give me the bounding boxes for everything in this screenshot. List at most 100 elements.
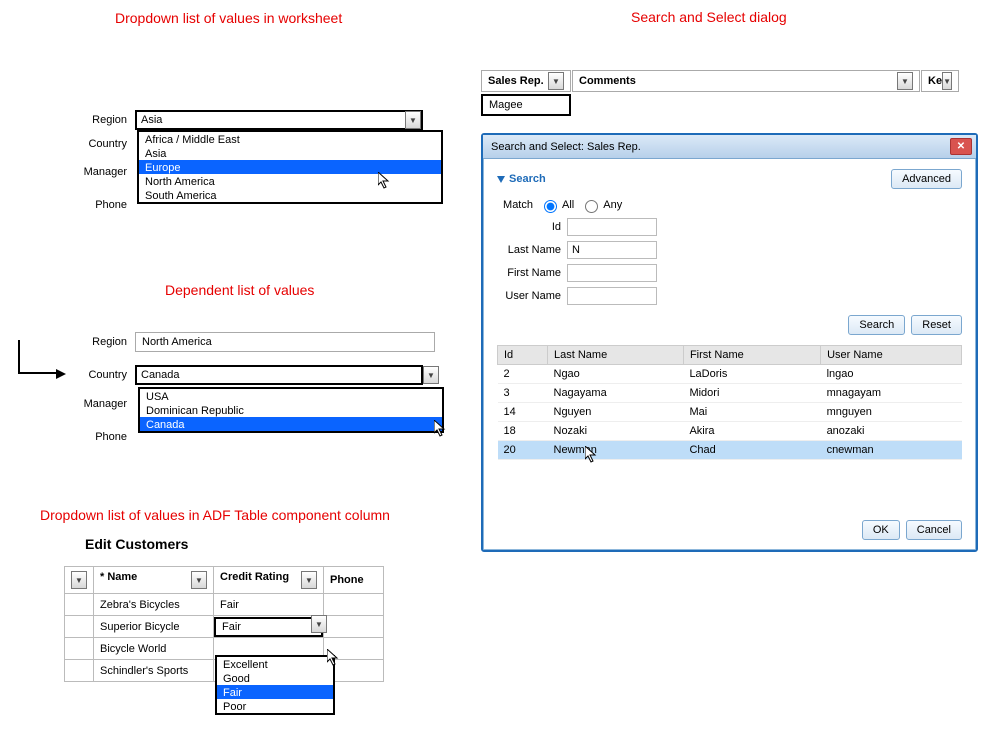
adf-cell-rating-1[interactable]: Fair ▼ — [214, 616, 324, 638]
rating-dropdown-toggle[interactable]: ▼ — [311, 615, 327, 633]
id-field[interactable] — [567, 218, 657, 236]
label-phone-2: Phone — [75, 431, 135, 443]
results-col-first[interactable]: First Name — [683, 346, 820, 365]
comments-col-filter[interactable]: ▼ — [897, 72, 913, 90]
username-field[interactable] — [567, 287, 657, 305]
country-dropdown-toggle[interactable]: ▼ — [423, 366, 439, 384]
label-region-1: Region — [75, 114, 135, 126]
results-row-3[interactable]: 18NozakiAkiraanozaki — [498, 422, 962, 441]
rating-option-3[interactable]: Poor — [217, 699, 333, 713]
country-option-1[interactable]: Dominican Republic — [140, 403, 442, 417]
firstname-field[interactable] — [567, 264, 657, 282]
country-option-0[interactable]: USA — [140, 389, 442, 403]
dialog-title-text: Search and Select: Sales Rep. — [491, 141, 641, 153]
adf-col-name[interactable]: * Name ▼ — [94, 567, 214, 594]
match-label: Match — [497, 199, 539, 211]
row-region-2: Region North America — [75, 332, 435, 352]
caption-worksheet-dropdown: Dropdown list of values in worksheet — [115, 10, 342, 26]
row-phone-1: Phone — [75, 199, 135, 211]
country-dropdown-list[interactable]: USA Dominican Republic Canada — [138, 387, 444, 433]
search-select-dialog: Search and Select: Sales Rep. ✕ Search A… — [481, 133, 978, 552]
label-region-2: Region — [75, 336, 135, 348]
salesrep-cell[interactable]: Magee — [481, 94, 571, 116]
adf-row-1[interactable]: Superior Bicycle Fair ▼ — [65, 616, 384, 638]
search-disclosure[interactable]: Search — [497, 173, 546, 185]
row-phone-2: Phone — [75, 431, 135, 443]
search-button[interactable]: Search — [848, 315, 905, 335]
ws-col-comments[interactable]: Comments ▼ — [572, 70, 920, 92]
adf-header-row: ▼ * Name ▼ Credit Rating ▼ Phone — [65, 567, 384, 594]
close-icon[interactable]: ✕ — [950, 138, 972, 155]
row-manager-1: Manager — [75, 166, 135, 178]
country-input[interactable] — [135, 365, 423, 385]
dialog-title-bar[interactable]: Search and Select: Sales Rep. ✕ — [483, 135, 976, 159]
results-col-id[interactable]: Id — [498, 346, 548, 365]
key-col-filter[interactable]: ▼ — [942, 72, 952, 90]
caption-adf-column: Dropdown list of values in ADF Table com… — [40, 507, 390, 523]
label-country-2: Country — [75, 369, 135, 381]
rating-col-filter[interactable]: ▼ — [301, 571, 317, 589]
region-dropdown-list[interactable]: Africa / Middle East Asia Europe North A… — [137, 130, 443, 204]
label-manager-1: Manager — [75, 166, 135, 178]
region-option-0[interactable]: Africa / Middle East — [139, 132, 441, 146]
results-row-0[interactable]: 2NgaoLaDorislngao — [498, 365, 962, 384]
label-phone-1: Phone — [75, 199, 135, 211]
advanced-button[interactable]: Advanced — [891, 169, 962, 189]
ok-button[interactable]: OK — [862, 520, 900, 540]
match-all-radio[interactable] — [544, 200, 557, 213]
results-header: Id Last Name First Name User Name — [498, 346, 962, 365]
results-row-4[interactable]: 20NewmanChadcnewman — [498, 441, 962, 460]
firstname-label: First Name — [497, 267, 567, 279]
adf-flag-filter[interactable]: ▼ — [71, 571, 87, 589]
row-country-1: Country — [75, 138, 135, 150]
region-option-3[interactable]: North America — [139, 174, 441, 188]
row-manager-2: Manager — [75, 398, 135, 410]
salesrep-col-filter[interactable]: ▼ — [548, 72, 564, 90]
results-row-2[interactable]: 14NguyenMaimnguyen — [498, 403, 962, 422]
adf-col-phone[interactable]: Phone — [324, 567, 384, 594]
row-region-1: Region ▼ — [75, 110, 423, 130]
cancel-button[interactable]: Cancel — [906, 520, 962, 540]
region-dropdown-toggle[interactable]: ▼ — [405, 111, 421, 129]
region-option-2[interactable]: Europe — [139, 160, 441, 174]
region-option-4[interactable]: South America — [139, 188, 441, 202]
reset-button[interactable]: Reset — [911, 315, 962, 335]
disclosure-triangle-icon — [497, 176, 505, 183]
ws-col-key[interactable]: Ke ▼ — [921, 70, 959, 92]
caption-dependent: Dependent list of values — [165, 282, 314, 298]
rating-dropdown-list[interactable]: Excellent Good Fair Poor — [215, 655, 335, 715]
results-table: Id Last Name First Name User Name 2NgaoL… — [497, 345, 962, 460]
match-all-label: All — [562, 199, 574, 211]
adf-row-0[interactable]: Zebra's Bicycles Fair — [65, 594, 384, 616]
rating-option-0[interactable]: Excellent — [217, 657, 333, 671]
adf-cell-rating-0[interactable]: Fair — [214, 594, 324, 616]
ws-col-salesrep[interactable]: Sales Rep. ▼ — [481, 70, 571, 92]
name-col-filter[interactable]: ▼ — [191, 571, 207, 589]
edit-customers-heading: Edit Customers — [85, 536, 188, 552]
adf-cell-name-1[interactable]: Superior Bicycle — [94, 616, 214, 638]
adf-cell-name-2[interactable]: Bicycle World — [94, 638, 214, 660]
region-option-1[interactable]: Asia — [139, 146, 441, 160]
adf-cell-name-0[interactable]: Zebra's Bicycles — [94, 594, 214, 616]
match-any-radio[interactable] — [585, 200, 598, 213]
dependency-arrow — [18, 340, 56, 374]
region-input[interactable] — [135, 110, 423, 130]
rating-option-2[interactable]: Fair — [217, 685, 333, 699]
rating-option-1[interactable]: Good — [217, 671, 333, 685]
region-value-2[interactable]: North America — [135, 332, 435, 352]
lastname-field[interactable] — [567, 241, 657, 259]
adf-cell-name-3[interactable]: Schindler's Sports — [94, 660, 214, 682]
label-manager-2: Manager — [75, 398, 135, 410]
caption-search-dialog: Search and Select dialog — [631, 9, 787, 25]
country-option-2[interactable]: Canada — [140, 417, 442, 431]
results-col-last[interactable]: Last Name — [548, 346, 684, 365]
results-col-user[interactable]: User Name — [821, 346, 962, 365]
results-row-1[interactable]: 3NagayamaMidorimnagayam — [498, 384, 962, 403]
dependency-arrow-head — [56, 369, 66, 379]
match-any-label: Any — [603, 199, 622, 211]
row-country-2: Country ▼ — [75, 365, 423, 385]
adf-col-rating[interactable]: Credit Rating ▼ — [214, 567, 324, 594]
lastname-label: Last Name — [497, 244, 567, 256]
label-country-1: Country — [75, 138, 135, 150]
id-label: Id — [497, 221, 567, 233]
